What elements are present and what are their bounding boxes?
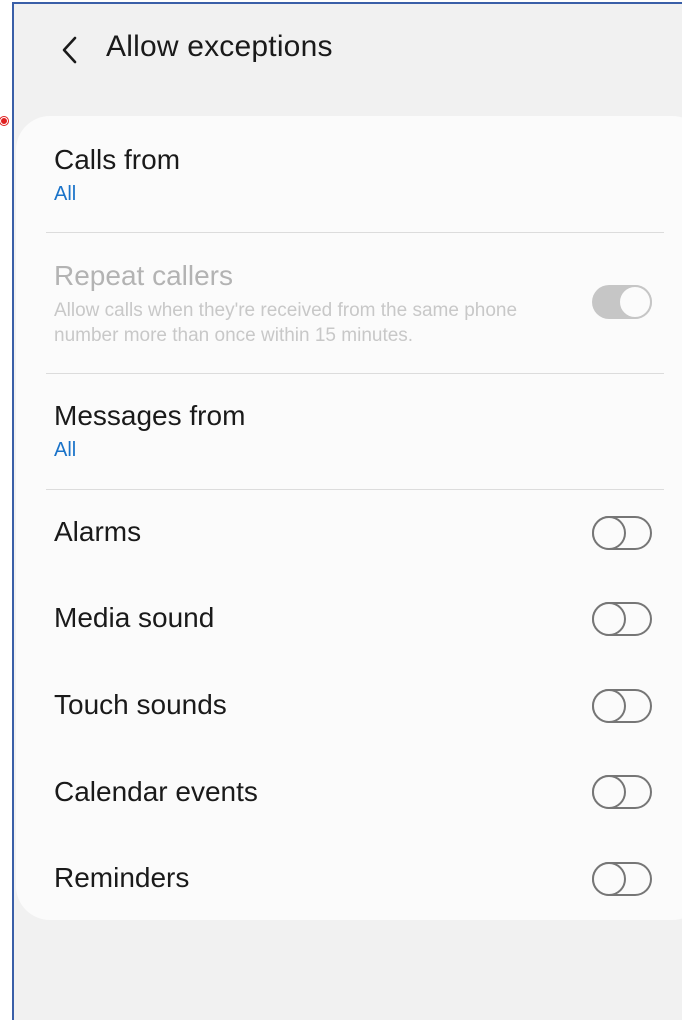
messages-from-value: All [54,439,77,461]
page-title: Allow exceptions [106,30,333,63]
alarms-label: Alarms [54,516,142,547]
messages-from-item[interactable]: Messages from All [16,374,666,489]
alarms-toggle[interactable] [592,516,652,550]
repeat-callers-item: Repeat callers Allow calls when they're … [16,233,666,373]
calendar-events-item[interactable]: Calendar events [16,749,666,836]
toggle-knob [592,689,626,723]
alarms-item[interactable]: Alarms [16,490,666,576]
touch-sounds-item[interactable]: Touch sounds [16,663,666,749]
touch-sounds-label: Touch sounds [54,689,227,720]
calendar-events-toggle[interactable] [592,775,652,809]
messages-from-label: Messages from [54,400,246,431]
media-sound-item[interactable]: Media sound [16,576,666,663]
reminders-toggle[interactable] [592,862,652,896]
marker-dot [0,117,8,125]
back-button[interactable] [50,28,90,72]
app-bar: Allow exceptions [14,4,682,100]
toggle-knob [618,285,652,319]
calendar-events-label: Calendar events [54,776,258,807]
exceptions-card: Calls from All Repeat callers Allow call… [16,116,682,920]
media-sound-label: Media sound [54,602,215,633]
reminders-item[interactable]: Reminders [16,836,666,920]
touch-sounds-toggle[interactable] [592,689,652,723]
chevron-left-icon [62,36,77,64]
calls-from-label: Calls from [54,144,181,175]
repeat-callers-description: Allow calls when they're received from t… [54,300,518,346]
media-sound-toggle[interactable] [592,602,652,636]
toggle-knob [592,602,626,636]
settings-screen: Allow exceptions Calls from All Repeat c… [12,2,682,1020]
toggle-knob [592,516,626,550]
calls-from-item[interactable]: Calls from All [16,116,666,232]
calls-from-value: All [54,183,77,205]
toggle-knob [592,862,626,896]
repeat-callers-label: Repeat callers [54,260,233,291]
reminders-label: Reminders [54,862,190,893]
repeat-callers-toggle [592,285,652,319]
toggle-knob [592,775,626,809]
